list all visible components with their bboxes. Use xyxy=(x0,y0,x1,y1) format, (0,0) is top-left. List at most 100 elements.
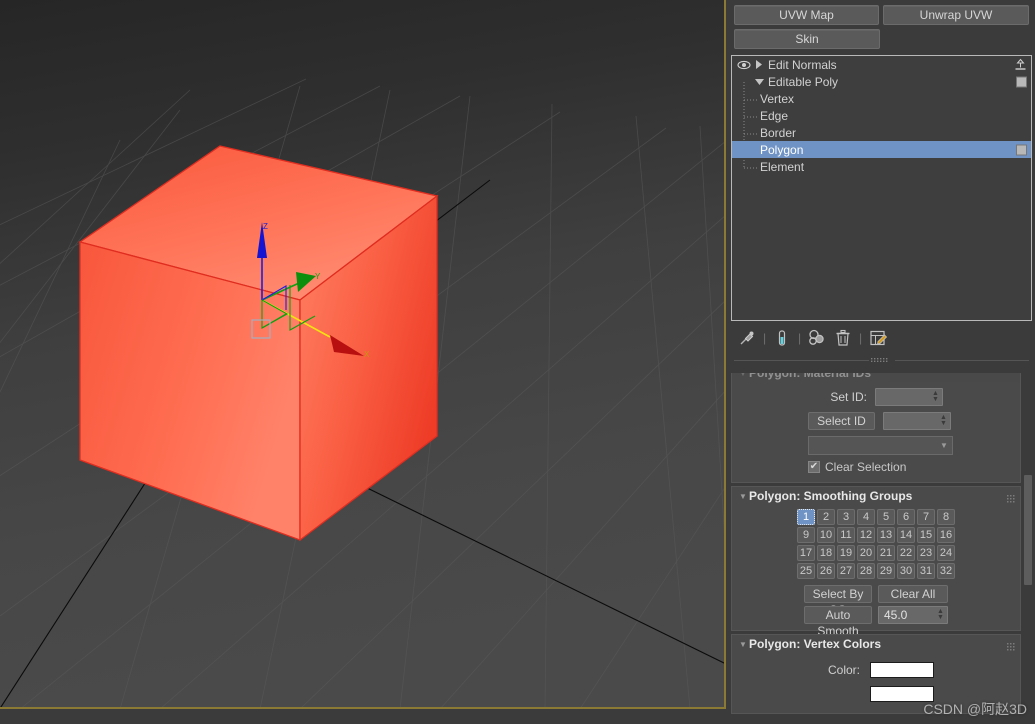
stack-item-editable-poly[interactable]: Editable Poly xyxy=(732,73,1031,90)
rollout-polygon-material-ids: ▼ Polygon: Material IDs Set ID: ▲ ▼ Sele… xyxy=(731,373,1021,483)
smoothing-group-button-3[interactable]: 3 xyxy=(837,509,855,525)
smoothing-group-button-10[interactable]: 10 xyxy=(817,527,835,543)
smoothing-group-button-25[interactable]: 25 xyxy=(797,563,815,579)
smoothing-group-button-8[interactable]: 8 xyxy=(937,509,955,525)
make-unique-icon[interactable] xyxy=(804,325,830,351)
show-end-result-icon[interactable] xyxy=(1014,58,1027,71)
chevron-down-icon[interactable]: ▼ xyxy=(936,441,952,450)
viewport-region: Z Y X xyxy=(0,0,728,724)
smoothing-group-button-7[interactable]: 7 xyxy=(917,509,935,525)
smoothing-group-button-20[interactable]: 20 xyxy=(857,545,875,561)
command-panel-scrollbar[interactable] xyxy=(1023,375,1033,722)
stack-item-polygon[interactable]: Polygon xyxy=(732,141,1031,158)
modifier-button-row-2: Skin xyxy=(728,25,1035,49)
command-panel: UVW Map Unwrap UVW Skin Edit Normals Edi… xyxy=(728,0,1035,724)
divider-grip-icon[interactable] xyxy=(868,356,895,364)
smoothing-group-button-22[interactable]: 22 xyxy=(897,545,915,561)
smoothing-group-button-4[interactable]: 4 xyxy=(857,509,875,525)
rollout-header-smoothing-groups[interactable]: ▼ Polygon: Smoothing Groups xyxy=(732,487,1020,505)
smoothing-group-button-27[interactable]: 27 xyxy=(837,563,855,579)
configure-modifier-sets-icon[interactable] xyxy=(865,325,891,351)
smoothing-group-button-12[interactable]: 12 xyxy=(857,527,875,543)
smoothing-group-button-1[interactable]: 1 xyxy=(797,509,815,525)
select-id-button[interactable]: Select ID xyxy=(808,412,875,430)
stack-item-vertex[interactable]: Vertex xyxy=(732,90,1031,107)
stack-item-edge[interactable]: Edge xyxy=(732,107,1031,124)
spinner-arrows-icon[interactable]: ▲ ▼ xyxy=(937,413,950,429)
rollout-body-material-ids: Set ID: ▲ ▼ Select ID ▲ ▼ ▼ ✔ Clear Sele… xyxy=(732,382,1020,482)
smoothing-group-button-15[interactable]: 15 xyxy=(917,527,935,543)
spinner-arrows-icon[interactable]: ▲ ▼ xyxy=(934,607,947,623)
rollout-collapse-triangle-icon[interactable]: ▼ xyxy=(737,640,749,649)
clear-selection-checkbox[interactable]: ✔ xyxy=(808,461,820,473)
scrollbar-thumb[interactable] xyxy=(1024,475,1032,585)
stack-item-element[interactable]: Element xyxy=(732,158,1031,175)
smoothing-group-button-31[interactable]: 31 xyxy=(917,563,935,579)
pin-stack-icon[interactable] xyxy=(734,325,760,351)
svg-text:Y: Y xyxy=(315,272,321,281)
smoothing-group-button-29[interactable]: 29 xyxy=(877,563,895,579)
select-id-spinner[interactable]: ▲ ▼ xyxy=(883,412,951,430)
smoothing-group-button-13[interactable]: 13 xyxy=(877,527,895,543)
stack-item-label: Border xyxy=(760,125,797,140)
expand-arrow-icon[interactable] xyxy=(752,60,766,69)
clear-all-button[interactable]: Clear All xyxy=(878,585,948,603)
smoothing-group-button-23[interactable]: 23 xyxy=(917,545,935,561)
select-by-sg-button[interactable]: Select By SG xyxy=(804,585,872,617)
stack-item-border[interactable]: Border xyxy=(732,124,1031,141)
stack-item-label: Edit Normals xyxy=(768,57,837,72)
smoothing-group-button-32[interactable]: 32 xyxy=(937,563,955,579)
rollout-header-vertex-colors[interactable]: ▼ Polygon: Vertex Colors xyxy=(732,635,1020,653)
smoothing-group-button-2[interactable]: 2 xyxy=(817,509,835,525)
vertex-illumination-swatch[interactable] xyxy=(870,686,934,702)
rollout-scroll-region[interactable]: ▼ Polygon: Material IDs Set ID: ▲ ▼ Sele… xyxy=(728,373,1035,724)
vertex-color-swatch[interactable] xyxy=(870,662,934,678)
smoothing-group-grid: 1 2 3 4 5 6 7 8 9 10 11 12 13 14 15 16 17 18 19 20 21 22 23 24 2… xyxy=(732,509,1020,579)
stack-item-edit-normals[interactable]: Edit Normals xyxy=(732,56,1031,73)
viewport-canvas: Z Y X xyxy=(0,0,724,707)
stack-item-label: Vertex xyxy=(760,91,795,106)
smoothing-group-button-30[interactable]: 30 xyxy=(897,563,915,579)
smoothing-group-button-14[interactable]: 14 xyxy=(897,527,915,543)
modifier-stack-list[interactable]: Edit Normals Editable Poly Vertex Edge B… xyxy=(731,55,1032,321)
stack-item-label: Element xyxy=(760,159,805,174)
spinner-arrows-icon[interactable]: ▲ ▼ xyxy=(929,389,942,405)
remove-modifier-icon[interactable] xyxy=(830,325,856,351)
set-id-spinner[interactable]: ▲ ▼ xyxy=(875,388,943,406)
collapse-arrow-icon[interactable] xyxy=(752,78,766,86)
smoothing-group-button-9[interactable]: 9 xyxy=(797,527,815,543)
viewport-bottom-strip xyxy=(0,711,728,724)
auto-smooth-threshold-spinner[interactable]: 45.0 ▲ ▼ xyxy=(878,606,948,624)
clear-selection-row[interactable]: ✔ Clear Selection xyxy=(732,458,1020,476)
vertex-color-row: Color: xyxy=(732,659,1020,681)
rollout-collapse-triangle-icon[interactable]: ▼ xyxy=(737,492,749,501)
rollout-collapse-triangle-icon[interactable]: ▼ xyxy=(737,373,749,378)
skin-button[interactable]: Skin xyxy=(734,29,880,49)
perspective-viewport[interactable]: Z Y X xyxy=(0,0,726,709)
clear-selection-label: Clear Selection xyxy=(825,460,907,474)
smoothing-group-button-24[interactable]: 24 xyxy=(937,545,955,561)
id-list-row: ▼ xyxy=(732,434,1020,456)
smoothing-group-button-5[interactable]: 5 xyxy=(877,509,895,525)
panel-divider[interactable] xyxy=(728,355,1035,365)
auto-smooth-button[interactable]: Auto Smooth xyxy=(804,606,872,638)
smoothing-group-button-16[interactable]: 16 xyxy=(937,527,955,543)
smoothing-group-button-26[interactable]: 26 xyxy=(817,563,835,579)
uvw-map-button[interactable]: UVW Map xyxy=(734,5,879,25)
smoothing-group-button-21[interactable]: 21 xyxy=(877,545,895,561)
show-end-result-icon[interactable] xyxy=(769,325,795,351)
polygon-checkbox[interactable] xyxy=(1016,144,1027,155)
rollout-header-material-ids[interactable]: ▼ Polygon: Material IDs xyxy=(732,373,1020,382)
smoothing-group-button-19[interactable]: 19 xyxy=(837,545,855,561)
eye-icon[interactable] xyxy=(736,60,752,70)
smoothing-group-button-6[interactable]: 6 xyxy=(897,509,915,525)
stack-item-label: Editable Poly xyxy=(768,74,839,89)
smoothing-group-button-18[interactable]: 18 xyxy=(817,545,835,561)
unwrap-uvw-button[interactable]: Unwrap UVW xyxy=(883,5,1029,25)
smoothing-group-button-28[interactable]: 28 xyxy=(857,563,875,579)
smoothing-group-button-11[interactable]: 11 xyxy=(837,527,855,543)
rollout-title: Polygon: Vertex Colors xyxy=(749,637,882,651)
material-id-dropdown[interactable]: ▼ xyxy=(808,435,953,455)
editable-poly-checkbox[interactable] xyxy=(1016,76,1027,87)
smoothing-group-button-17[interactable]: 17 xyxy=(797,545,815,561)
